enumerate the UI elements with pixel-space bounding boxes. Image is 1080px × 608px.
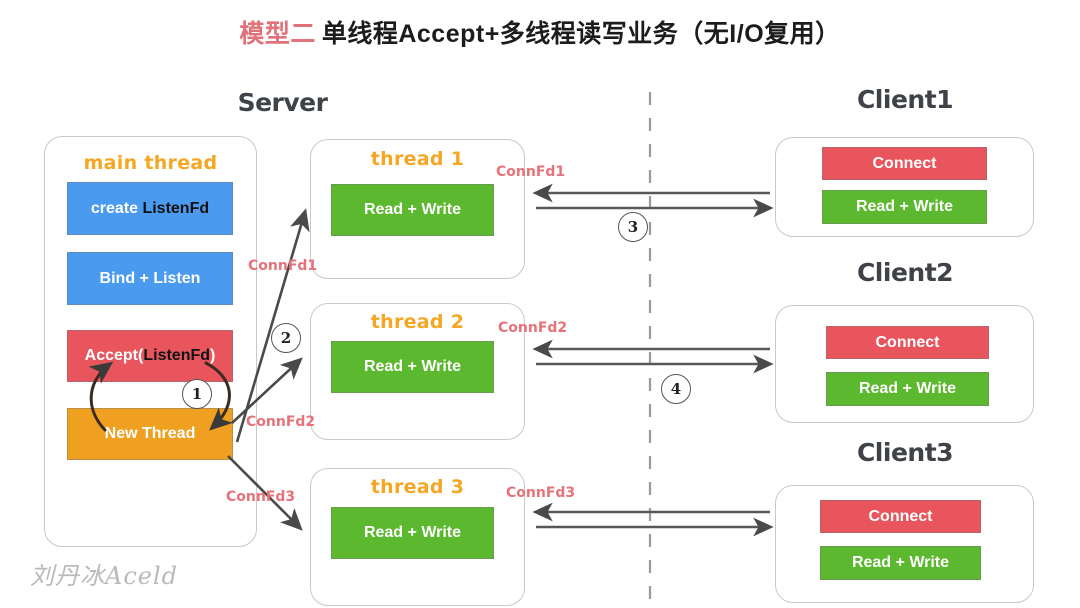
thread-1-read-write[interactable]: Read + Write (331, 184, 494, 236)
connfd-link-1-label: ConnFd1 (496, 164, 566, 180)
block-label: Read + Write (858, 380, 957, 397)
connfd-link-3-label: ConnFd3 (506, 485, 576, 501)
thread-3-read-write[interactable]: Read + Write (331, 507, 494, 559)
client-1-connect[interactable]: Connect (822, 147, 987, 180)
client-3-read-write[interactable]: Read + Write (820, 546, 981, 580)
author-signature: 刘丹冰Aceld (30, 562, 179, 590)
step-badge-2: 2 (271, 323, 301, 353)
block-create-listenfd[interactable]: create ListenFd (67, 182, 233, 235)
step-badge-4: 4 (661, 374, 691, 404)
thread-2-title: thread 2 (370, 311, 465, 333)
server-label: Server (237, 88, 328, 117)
block-label: New Thread (104, 425, 196, 442)
block-label: Accept(ListenFd) (84, 347, 216, 364)
connfd-spawn-3-label: ConnFd3 (226, 489, 296, 505)
block-label: create ListenFd (90, 199, 210, 217)
block-label: Connect (875, 333, 940, 351)
client-2-connect[interactable]: Connect (826, 326, 989, 359)
block-new-thread[interactable]: New Thread (67, 408, 233, 460)
thread-3-title: thread 3 (370, 476, 465, 498)
connfd-spawn-1-label: ConnFd1 (248, 258, 318, 274)
block-bind-listen[interactable]: Bind + Listen (67, 252, 233, 305)
client3-label: Client3 (856, 438, 954, 467)
block-label: Connect (868, 507, 933, 525)
title-accent: 模型二 (239, 20, 316, 48)
thread-1-title: thread 1 (370, 148, 465, 170)
block-accept-listenfd[interactable]: Accept(ListenFd) (67, 330, 233, 382)
step-badge-3: 3 (618, 212, 648, 242)
client2-label: Client2 (856, 258, 954, 287)
block-label: Read + Write (363, 524, 462, 541)
title-rest: 单线程Accept+多线程读写业务（无I/O复用） (321, 20, 841, 48)
diagram-canvas: 模型二 单线程Accept+多线程读写业务（无I/O复用） Server Clie… (0, 0, 1080, 608)
client-3-connect[interactable]: Connect (820, 500, 981, 533)
thread-2-read-write[interactable]: Read + Write (331, 341, 494, 393)
connfd-link-2-label: ConnFd2 (498, 320, 568, 336)
block-label: Read + Write (855, 198, 954, 215)
step-badge-1: 1 (182, 379, 212, 409)
block-label: Read + Write (363, 358, 462, 375)
block-label: Read + Write (363, 201, 462, 218)
client-1-read-write[interactable]: Read + Write (822, 190, 987, 224)
client-2-read-write[interactable]: Read + Write (826, 372, 989, 406)
block-label: Bind + Listen (99, 269, 201, 287)
block-label: Connect (872, 154, 937, 172)
connfd-spawn-2-label: ConnFd2 (246, 414, 316, 430)
client1-label: Client1 (856, 85, 954, 114)
main-thread-title: main thread (83, 152, 218, 174)
page-title: 模型二 单线程Accept+多线程读写业务（无I/O复用） (0, 14, 1080, 50)
block-label: Read + Write (851, 554, 950, 571)
